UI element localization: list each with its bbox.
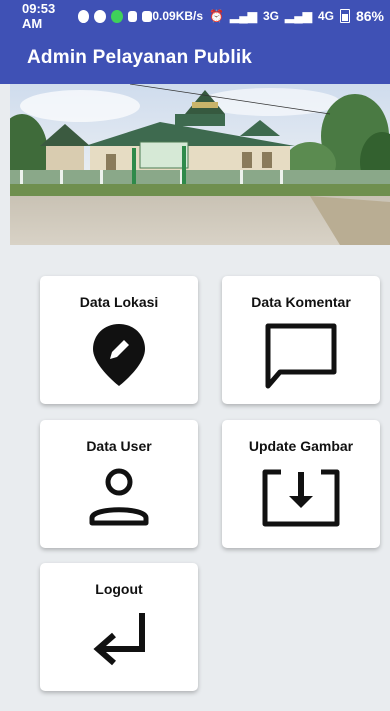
signal-3g-label: 3G [262, 9, 279, 23]
logout-label: Logout [95, 581, 143, 597]
data-komentar-card[interactable]: Data Komentar [222, 276, 380, 404]
game-icon-2 [142, 10, 153, 22]
app-bar: Admin Pelayanan Publik [0, 32, 390, 84]
data-lokasi-label: Data Lokasi [79, 294, 159, 310]
logout-card[interactable]: Logout [40, 563, 198, 691]
app-notification-icon [110, 9, 123, 23]
banner-image [10, 84, 390, 245]
status-bar: 09:53 AM 0.09KB/s ⏰ ▂▄▆ 3G ▂▄▆ 4G 86% [0, 0, 390, 32]
battery-icon [339, 9, 350, 23]
signal-icon-2: ▂▄▆ [284, 9, 312, 23]
location-edit-icon [93, 324, 145, 386]
download-icon [262, 469, 340, 527]
data-user-label: Data User [86, 438, 152, 454]
data-user-card[interactable]: Data User [40, 420, 198, 548]
app-title: Admin Pelayanan Publik [27, 47, 253, 68]
whatsapp-icon [77, 9, 90, 23]
data-lokasi-card[interactable]: Data Lokasi [40, 276, 198, 404]
network-speed: 0.09KB/s [152, 9, 204, 23]
enter-return-icon [93, 613, 145, 666]
signal-4g-label: 4G [317, 9, 334, 23]
signal-icon: ▂▄▆ [230, 9, 257, 23]
line-icon [94, 9, 106, 23]
status-time: 09:53 AM [22, 1, 56, 31]
user-icon [89, 468, 149, 526]
update-gambar-card[interactable]: Update Gambar [222, 420, 380, 548]
alarm-icon: ⏰ [209, 9, 224, 23]
data-komentar-label: Data Komentar [251, 294, 351, 310]
battery-percent: 86% [355, 8, 384, 24]
comment-icon [265, 323, 337, 389]
update-gambar-label: Update Gambar [248, 438, 354, 454]
game-icon [127, 10, 138, 22]
mosque-photo [10, 84, 390, 245]
